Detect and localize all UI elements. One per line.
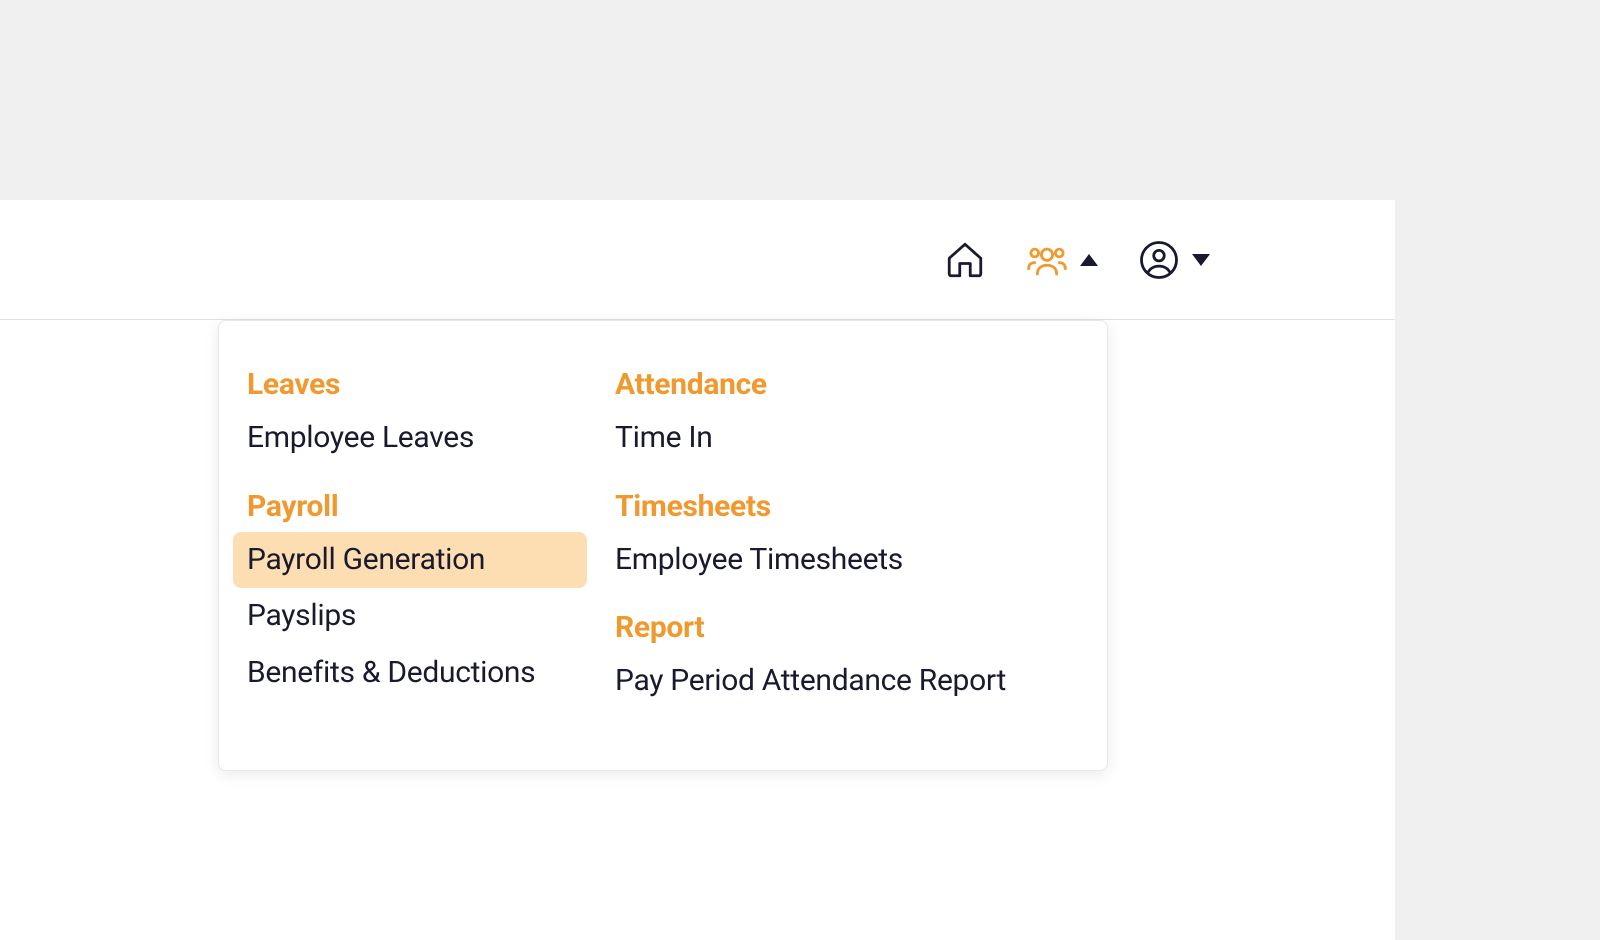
menu-item-payslips[interactable]: Payslips — [233, 588, 587, 645]
menu-item-time-in[interactable]: Time In — [601, 410, 1057, 467]
menu-section-leaves: Leaves Employee Leaves — [233, 363, 587, 467]
menu-section-report: Report Pay Period Attendance Report — [601, 606, 1057, 710]
home-nav[interactable] — [944, 239, 986, 281]
menu-item-employee-leaves[interactable]: Employee Leaves — [233, 410, 587, 467]
people-nav[interactable] — [1026, 239, 1098, 281]
dropdown-column-right: Attendance Time In Timesheets Employee T… — [587, 363, 1057, 728]
home-icon — [944, 239, 986, 281]
section-heading-report: Report — [601, 606, 1057, 653]
profile-nav[interactable] — [1138, 239, 1210, 281]
main-content-area: Leaves Employee Leaves Payroll Payroll G… — [0, 200, 1395, 940]
menu-section-timesheets: Timesheets Employee Timesheets — [601, 485, 1057, 589]
section-heading-timesheets: Timesheets — [601, 485, 1057, 532]
section-heading-attendance: Attendance — [601, 363, 1057, 410]
menu-item-payroll-generation[interactable]: Payroll Generation — [233, 532, 587, 589]
people-icon — [1026, 239, 1068, 281]
menu-item-employee-timesheets[interactable]: Employee Timesheets — [601, 532, 1057, 589]
menu-section-attendance: Attendance Time In — [601, 363, 1057, 467]
chevron-up-icon — [1080, 254, 1098, 266]
menu-item-pay-period-attendance-report[interactable]: Pay Period Attendance Report — [601, 653, 1057, 710]
menu-section-payroll: Payroll Payroll Generation Payslips Bene… — [233, 485, 587, 702]
mega-menu-dropdown: Leaves Employee Leaves Payroll Payroll G… — [218, 320, 1108, 771]
topbar — [0, 200, 1395, 320]
page-background — [0, 0, 1600, 200]
section-heading-leaves: Leaves — [233, 363, 587, 410]
profile-icon — [1138, 239, 1180, 281]
section-heading-payroll: Payroll — [233, 485, 587, 532]
menu-item-benefits-deductions[interactable]: Benefits & Deductions — [233, 645, 587, 702]
chevron-down-icon — [1192, 254, 1210, 266]
dropdown-column-left: Leaves Employee Leaves Payroll Payroll G… — [219, 363, 587, 728]
